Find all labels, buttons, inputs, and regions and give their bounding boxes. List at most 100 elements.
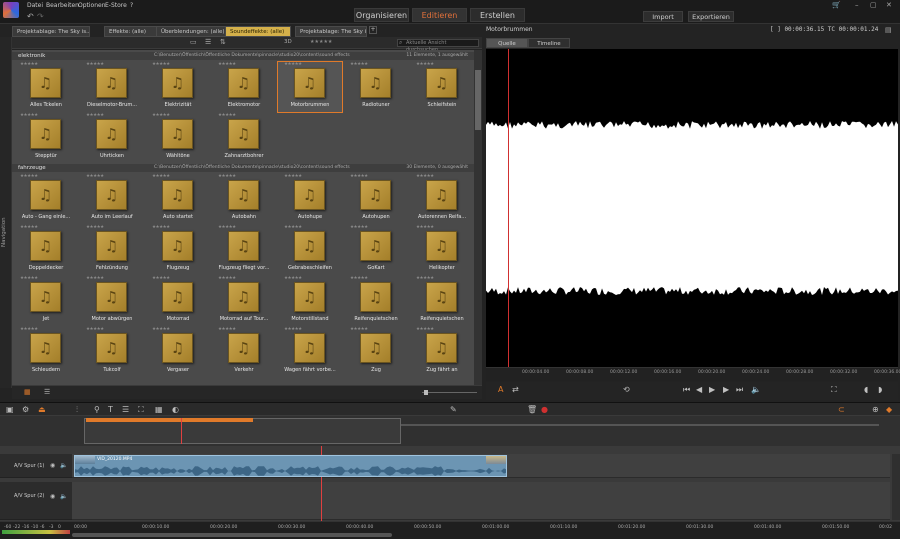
- library-item[interactable]: ★★★★★ ♫ Motor abwürgen: [80, 276, 144, 326]
- tab-project-bin-1[interactable]: Projektablage: The Sky is...: [12, 26, 90, 37]
- mode-organize-button[interactable]: Organisieren: [354, 8, 409, 22]
- rating-stars[interactable]: ★★★★★: [284, 174, 302, 179]
- library-item[interactable]: ★★★★★ ♫ Doppeldecker: [14, 225, 78, 275]
- thumbnail-size-slider[interactable]: [422, 392, 477, 393]
- rating-stars[interactable]: ★★★★★: [350, 327, 368, 332]
- timeline-overview[interactable]: [0, 416, 900, 446]
- settings-icon[interactable]: ▣: [6, 405, 14, 414]
- go-end-icon[interactable]: ⏭: [736, 385, 743, 395]
- crop-icon[interactable]: ⛶: [138, 405, 144, 415]
- import-button[interactable]: Import: [643, 11, 683, 22]
- rating-stars[interactable]: ★★★★★: [284, 62, 302, 67]
- library-item[interactable]: ★★★★★ ♫ Wähltöne: [146, 113, 210, 163]
- library-item[interactable]: ★★★★★ ♫ Gebrabeschleifen: [278, 225, 342, 275]
- library-item[interactable]: ★★★★★ ♫ Auto im Leerlauf: [80, 174, 144, 224]
- rating-stars[interactable]: ★★★★★: [20, 62, 38, 67]
- step-forward-icon[interactable]: ▶: [723, 385, 729, 394]
- slider-handle[interactable]: [424, 390, 428, 395]
- rating-stars[interactable]: ★★★★★: [86, 276, 104, 281]
- library-item[interactable]: ★★★★★ ♫ Elektrizität: [146, 62, 210, 112]
- rating-stars[interactable]: ★★★★★: [218, 174, 236, 179]
- go-start-icon[interactable]: ⏮: [683, 385, 690, 395]
- library-item[interactable]: ★★★★★ ♫ Helikopter: [410, 225, 474, 275]
- rating-stars[interactable]: ★★★★★: [20, 327, 38, 332]
- library-item[interactable]: ★★★★★ ♫ Verkehr: [212, 327, 276, 377]
- rating-stars[interactable]: ★★★★★: [218, 225, 236, 230]
- close-icon[interactable]: ✕: [886, 1, 892, 9]
- library-item[interactable]: ★★★★★ ♫ Fehlzündung: [80, 225, 144, 275]
- rating-stars[interactable]: ★★★★★: [20, 276, 38, 281]
- rating-stars[interactable]: ★★★★★: [152, 62, 170, 67]
- track-2-eye-icon[interactable]: ◉: [50, 493, 55, 500]
- timeline-vscroll[interactable]: [892, 454, 900, 520]
- library-item[interactable]: ★★★★★ ♫ Autorennen Reifa...: [410, 174, 474, 224]
- redo-icon[interactable]: ↷: [37, 12, 44, 21]
- rating-filter-icon[interactable]: ★★★★★: [310, 39, 332, 45]
- gear-icon[interactable]: ⚙: [22, 405, 29, 414]
- slideshow-icon[interactable]: ☰: [122, 405, 129, 414]
- rating-stars[interactable]: ★★★★★: [416, 327, 434, 332]
- volume-icon[interactable]: 🔈: [751, 385, 761, 394]
- library-item[interactable]: ★★★★★ ♫ Stepptür: [14, 113, 78, 163]
- library-item[interactable]: ★★★★★ ♫ Wagen fährt vorbe...: [278, 327, 342, 377]
- rating-stars[interactable]: ★★★★★: [416, 174, 434, 179]
- 3d-icon[interactable]: 3D: [284, 39, 292, 45]
- library-item[interactable]: ★★★★★ ♫ Zahnarztbohrer: [212, 113, 276, 163]
- color-icon[interactable]: ◐: [172, 405, 179, 414]
- export-button[interactable]: Exportieren: [688, 11, 734, 22]
- library-item[interactable]: ★★★★★ ♫ Schleudern: [14, 327, 78, 377]
- loop-icon[interactable]: ⟲: [623, 385, 630, 394]
- snapshot-icon[interactable]: ⇄: [512, 385, 519, 394]
- fullscreen-icon[interactable]: ⛶: [831, 385, 837, 395]
- rating-stars[interactable]: ★★★★★: [20, 113, 38, 118]
- library-scroll-thumb[interactable]: [475, 70, 481, 130]
- rating-stars[interactable]: ★★★★★: [284, 225, 302, 230]
- library-item[interactable]: ★★★★★ ♫ Alles Tckelen: [14, 62, 78, 112]
- list-view-icon[interactable]: ☰: [205, 38, 211, 46]
- rating-stars[interactable]: ★★★★★: [284, 327, 302, 332]
- track-2-speaker-icon[interactable]: 🔈: [60, 493, 67, 500]
- magnet-icon[interactable]: ⊂: [838, 405, 845, 414]
- library-item[interactable]: ★★★★★ ♫ Reifenquietschen: [344, 276, 408, 326]
- montage-icon[interactable]: ▦: [155, 405, 163, 414]
- record-icon[interactable]: ●: [541, 405, 548, 414]
- razor-icon[interactable]: ✎: [450, 405, 457, 414]
- player-ruler[interactable]: 00:00:04.00 00:00:08.00 00:00:12.00 00:00:1…: [486, 367, 900, 381]
- overflow-icon[interactable]: ◆: [886, 405, 892, 414]
- track-1-eye-icon[interactable]: ◉: [50, 462, 55, 469]
- audio-mixer-icon[interactable]: ⫶: [76, 405, 78, 415]
- rating-stars[interactable]: ★★★★★: [350, 174, 368, 179]
- library-item[interactable]: ★★★★★ ♫ GoKart: [344, 225, 408, 275]
- maximize-icon[interactable]: ▢: [870, 1, 877, 9]
- mode-create-button[interactable]: Erstellen: [470, 8, 525, 22]
- library-item[interactable]: ★★★★★ ♫ Autohupe: [278, 174, 342, 224]
- grid-view-icon[interactable]: ▦: [24, 388, 31, 396]
- rating-stars[interactable]: ★★★★★: [218, 62, 236, 67]
- audio-icon[interactable]: A: [498, 385, 503, 394]
- library-item[interactable]: ★★★★★ ♫ Auto - Gang einle...: [14, 174, 78, 224]
- library-item[interactable]: ★★★★★ ♫ Motorbrummen: [277, 61, 343, 113]
- menu-bearbeiten[interactable]: Bearbeiten: [46, 2, 79, 9]
- cart-icon[interactable]: 🛒: [832, 1, 841, 9]
- menu-optionen[interactable]: Optionen: [78, 2, 106, 9]
- library-item[interactable]: ★★★★★ ♫ Zug fährt an: [410, 327, 474, 377]
- rating-stars[interactable]: ★★★★★: [86, 327, 104, 332]
- add-tab-icon[interactable]: +: [369, 26, 377, 34]
- snap-icon[interactable]: ⏏: [38, 405, 46, 414]
- library-item[interactable]: ★★★★★ ♫ Schleifstein: [410, 62, 474, 112]
- menu-estore[interactable]: E-Store: [105, 2, 127, 9]
- undo-icon[interactable]: ↶: [27, 12, 34, 21]
- library-item[interactable]: ★★★★★ ♫ Motorrad: [146, 276, 210, 326]
- rating-stars[interactable]: ★★★★★: [416, 225, 434, 230]
- marker-icon[interactable]: ⚲: [94, 405, 100, 414]
- timeline-hscroll[interactable]: [72, 533, 392, 537]
- rating-stars[interactable]: ★★★★★: [350, 225, 368, 230]
- tab-effects[interactable]: Effekte: (alle): [104, 26, 162, 37]
- library-item[interactable]: ★★★★★ ♫ Autobahn: [212, 174, 276, 224]
- library-item[interactable]: ★★★★★ ♫ Reifenquietschen: [410, 276, 474, 326]
- library-item[interactable]: ★★★★★ ♫ Vergaser: [146, 327, 210, 377]
- waveform-viewer[interactable]: [486, 49, 898, 367]
- group-header-fahrzeuge[interactable]: fahrzeuge C:\Benutzer\Öffentlich\Öffentl…: [12, 164, 474, 172]
- mark-out-icon[interactable]: ◗: [878, 385, 882, 394]
- trash-icon[interactable]: 🗑: [527, 405, 537, 414]
